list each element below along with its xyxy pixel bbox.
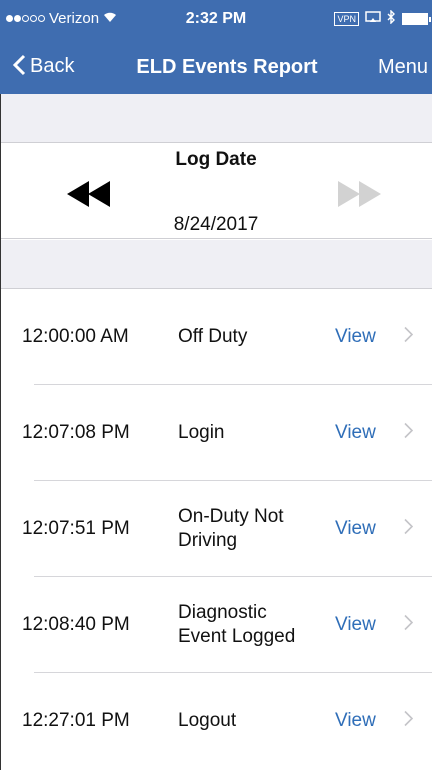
chevron-right-icon [404, 518, 414, 540]
menu-button[interactable]: Menu [378, 56, 428, 79]
event-type: Diagnostic Event Logged [178, 602, 296, 647]
fast-forward-icon [338, 181, 381, 207]
status-bar: Verizon 2:32 PM VPN [0, 0, 432, 40]
section-spacer [0, 94, 432, 143]
event-row[interactable]: 12:00:00 AM Off Duty View [0, 289, 432, 385]
view-link[interactable]: View [335, 326, 376, 348]
event-row[interactable]: 12:08:40 PM Diagnostic Event Logged View [0, 577, 432, 673]
event-row[interactable]: 12:07:51 PM On-Duty Not Driving View [0, 481, 432, 577]
chevron-right-icon [404, 326, 414, 348]
view-link[interactable]: View [335, 710, 376, 732]
event-type: Logout [178, 710, 237, 731]
section-spacer [0, 240, 432, 289]
vpn-badge: VPN [334, 11, 359, 26]
event-row[interactable]: 12:27:01 PM Logout View [0, 673, 432, 769]
event-time: 12:07:51 PM [22, 518, 130, 539]
navigation-bar: Back ELD Events Report Menu [0, 40, 432, 94]
page-title: ELD Events Report [136, 56, 318, 78]
rewind-icon [67, 181, 110, 207]
log-date-label: Log Date [175, 149, 257, 170]
log-date-selector: Log Date 8/24/2017 [0, 143, 432, 239]
next-date-button[interactable] [334, 179, 384, 209]
chevron-right-icon [404, 422, 414, 444]
previous-date-button[interactable] [64, 179, 114, 209]
view-link[interactable]: View [335, 518, 376, 540]
event-type: On-Duty Not Driving [178, 506, 284, 551]
event-type: Off Duty [178, 326, 248, 347]
event-time: 12:07:08 PM [22, 422, 130, 443]
view-link[interactable]: View [335, 614, 376, 636]
view-link[interactable]: View [335, 422, 376, 444]
screen-edge-line [0, 94, 1, 770]
event-time: 12:00:00 AM [22, 326, 129, 347]
chevron-right-icon [404, 614, 414, 636]
event-time: 12:08:40 PM [22, 614, 130, 635]
screen-mirror-icon [365, 11, 381, 26]
event-row[interactable]: 12:07:08 PM Login View [0, 385, 432, 481]
log-date-value: 8/24/2017 [173, 214, 259, 235]
status-right-group: VPN [334, 9, 431, 27]
chevron-right-icon [404, 710, 414, 732]
event-time: 12:27:01 PM [22, 710, 130, 731]
battery-icon [402, 12, 431, 25]
event-type: Login [178, 422, 225, 443]
bluetooth-icon [387, 9, 396, 27]
